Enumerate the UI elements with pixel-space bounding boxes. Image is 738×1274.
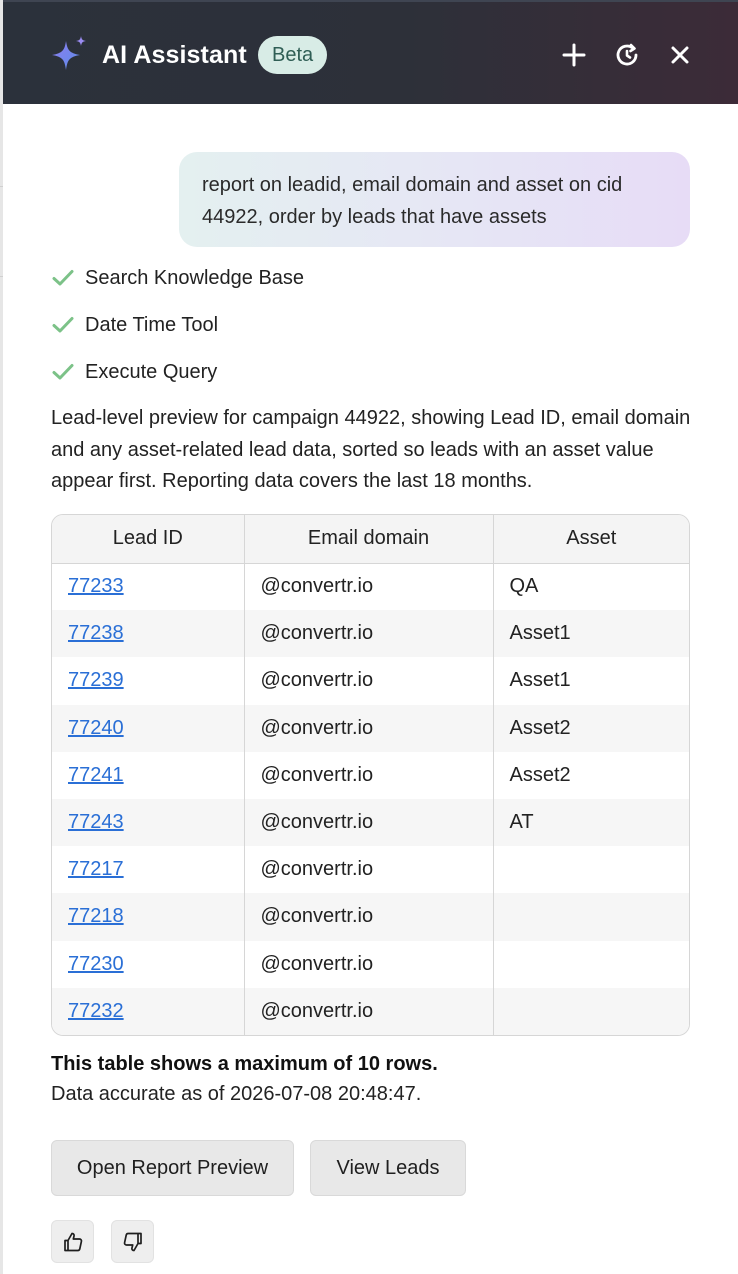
table-row: 77243 @convertr.io AT	[52, 798, 689, 847]
table-row: 77233 @convertr.io QA	[52, 563, 689, 611]
check-icon	[51, 266, 75, 290]
page-edge	[0, 0, 3, 1274]
lead-id-cell: 77241	[52, 752, 244, 799]
email-domain-cell: @convertr.io	[243, 563, 493, 611]
table-row: 77232 @convertr.io	[52, 987, 689, 1035]
table-row: 77218 @convertr.io	[52, 893, 689, 941]
lead-id-link[interactable]: 77238	[68, 622, 124, 644]
lead-id-cell: 77233	[52, 563, 244, 610]
table-row: 77230 @convertr.io	[52, 940, 689, 988]
max-rows-note: This table shows a maximum of 10 rows.	[51, 1053, 438, 1075]
history-button[interactable]	[612, 40, 642, 70]
assistant-header: AI Assistant Beta	[3, 0, 738, 104]
email-domain-cell: @convertr.io	[243, 846, 493, 894]
table-header-row: Lead ID Email domain Asset	[52, 515, 689, 564]
lead-id-link[interactable]: 77230	[68, 953, 124, 975]
lead-id-cell: 77243	[52, 798, 244, 847]
user-message-bubble: report on leadid, email domain and asset…	[179, 152, 690, 247]
step-label: Date Time Tool	[85, 313, 219, 336]
step-execute-query: Execute Query	[51, 357, 217, 387]
lead-id-link[interactable]: 77232	[68, 1000, 124, 1022]
email-domain-cell: @convertr.io	[243, 657, 493, 705]
thumbs-down-button[interactable]	[111, 1220, 154, 1263]
page-edge-divider	[0, 276, 3, 277]
thumbs-up-button[interactable]	[51, 1220, 94, 1263]
table-row: 77217 @convertr.io	[52, 846, 689, 894]
plus-icon	[562, 43, 586, 67]
lead-id-link[interactable]: 77217	[68, 858, 124, 880]
lead-id-cell: 77218	[52, 893, 244, 941]
page-edge-divider	[0, 186, 3, 187]
lead-id-link[interactable]: 77239	[68, 669, 124, 691]
lead-id-link[interactable]: 77218	[68, 905, 124, 927]
lead-id-cell: 77232	[52, 987, 244, 1035]
table-row: 77240 @convertr.io Asset2	[52, 704, 689, 752]
lead-id-cell: 77230	[52, 941, 244, 988]
check-icon	[51, 313, 75, 337]
thumbs-down-icon	[123, 1232, 142, 1251]
step-date-time-tool: Date Time Tool	[51, 310, 218, 340]
email-domain-cell: @convertr.io	[243, 987, 493, 1035]
asset-cell	[492, 893, 689, 941]
email-domain-cell: @convertr.io	[243, 940, 493, 988]
email-domain-cell: @convertr.io	[243, 704, 493, 752]
step-label: Search Knowledge Base	[85, 266, 305, 289]
lead-id-link[interactable]: 77240	[68, 717, 124, 739]
close-button[interactable]	[665, 40, 695, 70]
leads-table: Lead ID Email domain Asset 77233 @conver…	[51, 514, 690, 1036]
table-row: 77239 @convertr.io Asset1	[52, 657, 689, 705]
asset-cell: Asset1	[492, 610, 689, 658]
history-icon	[616, 43, 638, 66]
assistant-answer: Lead-level preview for campaign 44922, s…	[51, 407, 691, 492]
lead-id-link[interactable]: 77233	[68, 575, 124, 597]
email-domain-cell: @convertr.io	[243, 751, 493, 799]
lead-id-cell: 77217	[52, 846, 244, 893]
email-domain-cell: @convertr.io	[243, 893, 493, 941]
table-row: 77241 @convertr.io Asset2	[52, 751, 689, 799]
asset-cell	[492, 846, 689, 894]
step-label: Execute Query	[85, 360, 218, 383]
check-icon	[51, 360, 75, 384]
column-header-asset: Asset	[492, 515, 689, 564]
thumbs-up-icon	[63, 1232, 82, 1251]
lead-id-cell: 77238	[52, 610, 244, 658]
asset-cell	[492, 940, 689, 988]
column-header-lead-id: Lead ID	[52, 515, 244, 564]
email-domain-cell: @convertr.io	[243, 798, 493, 847]
new-chat-button[interactable]	[559, 40, 589, 70]
lead-id-cell: 77239	[52, 657, 244, 704]
email-domain-cell: @convertr.io	[243, 610, 493, 658]
asset-cell	[492, 987, 689, 1035]
sparkle-icon	[50, 35, 88, 73]
lead-id-cell: 77240	[52, 704, 244, 752]
asset-cell: Asset2	[492, 751, 689, 799]
open-report-preview-button[interactable]: Open Report Preview	[51, 1140, 294, 1196]
beta-badge: Beta	[258, 36, 328, 74]
assistant-title: AI Assistant	[102, 41, 247, 69]
step-search-knowledge-base: Search Knowledge Base	[51, 263, 304, 293]
asset-cell: Asset2	[492, 704, 689, 752]
lead-id-link[interactable]: 77243	[68, 811, 124, 833]
close-icon	[671, 46, 689, 64]
asset-cell: QA	[492, 563, 689, 611]
view-leads-button[interactable]: View Leads	[310, 1140, 466, 1196]
column-header-email-domain: Email domain	[243, 515, 493, 564]
lead-id-link[interactable]: 77241	[68, 764, 124, 786]
asset-cell: Asset1	[492, 657, 689, 705]
data-accuracy-note: Data accurate as of 2026-07-08 20:48:47.	[51, 1083, 422, 1105]
asset-cell: AT	[492, 798, 689, 847]
table-row: 77238 @convertr.io Asset1	[52, 610, 689, 658]
